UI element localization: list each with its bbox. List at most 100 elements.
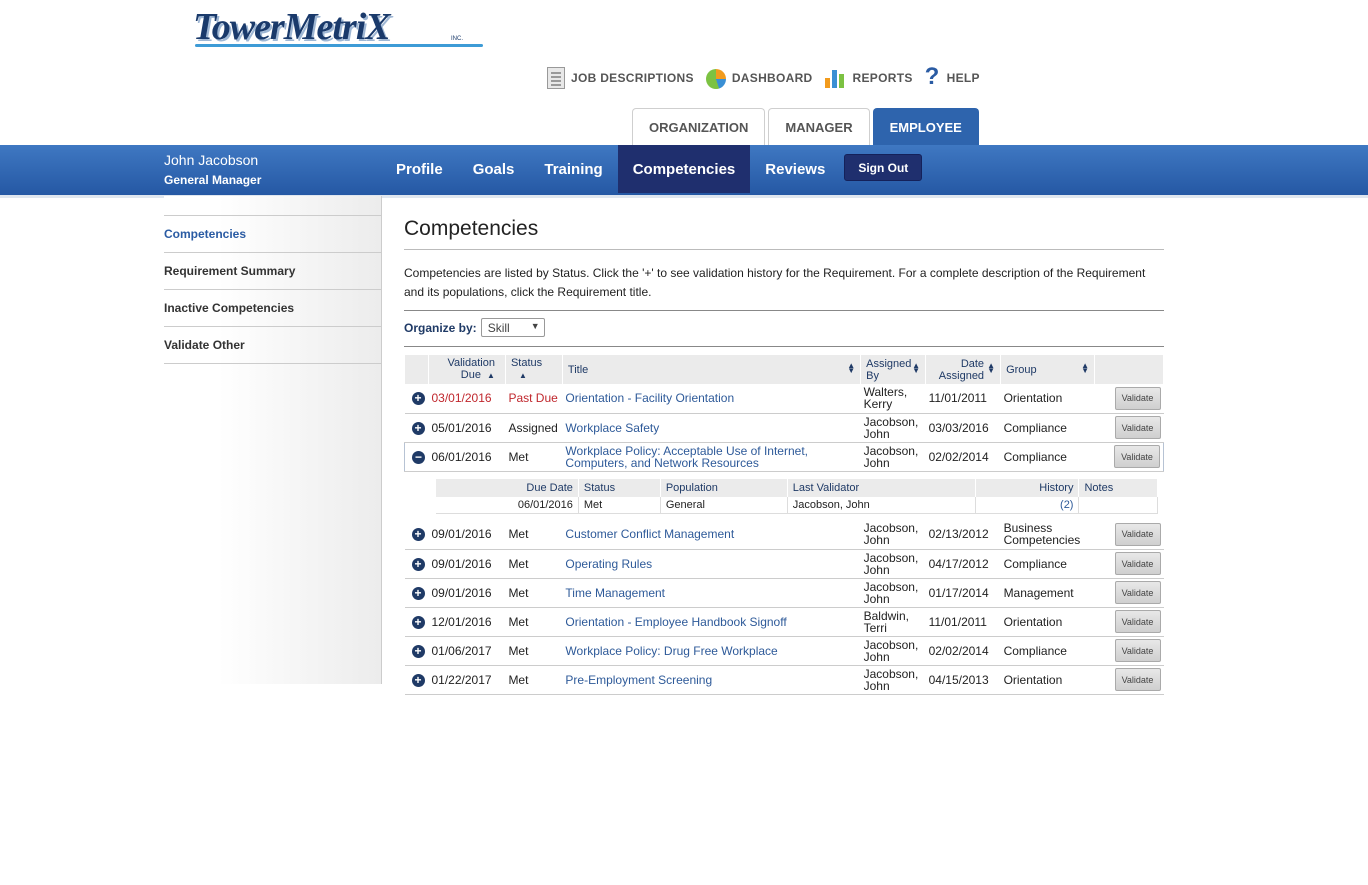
header-date-assigned[interactable]: Date Assigned ▲ ▼ (925, 355, 1002, 384)
main-content: Competencies Competencies are listed by … (404, 214, 1164, 695)
assigned-by-cell: Jacobson, John (860, 636, 926, 666)
requirement-title-link[interactable]: Workplace Safety (565, 421, 659, 435)
tab-manager[interactable]: MANAGER (768, 108, 870, 145)
sidebar-item-competencies[interactable]: Competencies (164, 216, 381, 253)
chevron-down-icon: ▼ (530, 321, 540, 331)
history-row: Due Date Status Population Last Validato… (405, 471, 1164, 520)
title-cell: Workplace Safety (562, 413, 861, 443)
expand-icon[interactable]: + (411, 528, 425, 542)
history-count-link[interactable]: (2) (1060, 499, 1073, 511)
sidebar: Competencies Requirement Summary Inactiv… (164, 196, 382, 684)
header-title[interactable]: Title ▲ ▼ (562, 355, 862, 384)
sign-out-button[interactable]: Sign Out (844, 154, 923, 181)
validate-button[interactable]: Validate (1114, 386, 1161, 410)
validate-button[interactable]: Validate (1114, 639, 1161, 662)
requirement-title-link[interactable]: Pre-Employment Screening (565, 673, 712, 687)
date-assigned-cell: 02/02/2014 (925, 442, 1001, 472)
requirement-title-link[interactable]: Orientation - Employee Handbook Signoff (565, 615, 786, 629)
validate-button[interactable]: Validate (1114, 522, 1161, 546)
header-group-label: Group (1006, 363, 1037, 376)
requirement-title-link[interactable]: Time Management (565, 586, 665, 600)
validation-due-cell: 09/01/2016 (428, 578, 506, 608)
logo-swoosh (195, 44, 483, 47)
expand-icon[interactable]: + (411, 644, 425, 658)
sidebar-item-validate-other[interactable]: Validate Other (164, 327, 381, 364)
status-cell: Assigned (505, 413, 563, 443)
expand-icon[interactable]: + (411, 615, 425, 629)
assigned-by-cell: Jacobson, John (860, 442, 926, 472)
expand-icon[interactable]: + (411, 586, 425, 600)
validate-button[interactable]: Validate (1114, 445, 1160, 468)
tab-organization[interactable]: ORGANIZATION (632, 108, 766, 145)
status-cell: Met (505, 520, 563, 550)
validate-button[interactable]: Validate (1114, 668, 1161, 691)
validate-button[interactable]: Validate (1114, 581, 1161, 604)
table-row: + 09/01/2016 Met Customer Conflict Manag… (404, 520, 1164, 550)
requirement-title-link[interactable]: Customer Conflict Management (565, 527, 734, 541)
date-assigned-cell: 03/03/2016 (925, 413, 1001, 443)
dashboard-link[interactable]: DASHBOARD (705, 67, 813, 89)
validate-button[interactable]: Validate (1114, 416, 1161, 439)
requirement-title-link[interactable]: Operating Rules (565, 557, 652, 571)
table-row: + 01/06/2017 Met Workplace Policy: Drug … (404, 636, 1164, 666)
nav-goals[interactable]: Goals (458, 145, 530, 193)
history-due: 06/01/2016 (435, 496, 579, 514)
validate-button[interactable]: Validate (1114, 610, 1161, 633)
history-header-due: Due Date (435, 478, 579, 497)
towermetrix-logo[interactable]: TowerMetriX INC. (193, 6, 483, 50)
collapse-icon[interactable]: − (412, 450, 425, 464)
nav-profile[interactable]: Profile (381, 145, 458, 193)
table-row: − 06/01/2016 Met Workplace Policy: Accep… (404, 442, 1164, 472)
date-assigned-cell: 02/13/2012 (925, 520, 1001, 550)
expand-icon[interactable]: + (411, 421, 425, 435)
header-status[interactable]: Status ▲ (505, 355, 563, 384)
table-row: + 09/01/2016 Met Operating Rules Jacobso… (404, 549, 1164, 579)
history-entry: 06/01/2016 Met General Jacobson, John (2… (435, 496, 1158, 514)
requirement-title-link[interactable]: Orientation - Facility Orientation (565, 391, 734, 405)
history-population: General (660, 496, 788, 514)
help-label: HELP (946, 71, 980, 85)
expand-icon[interactable]: + (411, 673, 425, 687)
validation-due-cell: 01/06/2017 (428, 636, 506, 666)
expand-icon[interactable]: + (411, 392, 425, 406)
validate-button[interactable]: Validate (1114, 552, 1161, 575)
group-cell: Business Competencies (1000, 520, 1095, 550)
sort-icon: ▲ ▼ (1081, 361, 1090, 375)
table-body: + 03/01/2016 Past Due Orientation - Faci… (404, 384, 1164, 695)
header-validation-due[interactable]: Validation Due ▲ (428, 355, 506, 384)
group-cell: Orientation (1000, 607, 1095, 637)
group-cell: Compliance (1000, 636, 1095, 666)
status-cell: Met (505, 636, 563, 666)
reports-link[interactable]: REPORTS (824, 68, 913, 88)
main-nav: Profile Goals Training Competencies Revi… (381, 145, 923, 193)
history-header-notes: Notes (1078, 478, 1158, 497)
nav-competencies[interactable]: Competencies (617, 145, 751, 193)
history-header-history: History (975, 478, 1080, 497)
dashboard-label: DASHBOARD (731, 71, 813, 85)
organize-select[interactable]: Skill ▼ (480, 318, 545, 337)
job-descriptions-link[interactable]: JOB DESCRIPTIONS (547, 67, 694, 89)
nav-training[interactable]: Training (529, 145, 617, 193)
action-col-header (1094, 355, 1164, 384)
nav-reviews[interactable]: Reviews (750, 145, 840, 193)
history-status: Met (578, 496, 661, 514)
history-panel: Due Date Status Population Last Validato… (405, 471, 1164, 520)
competencies-table: Validation Due ▲ Status ▲ Title ▲ ▼ Assig… (404, 355, 1164, 695)
help-link[interactable]: ? HELP (924, 63, 980, 90)
requirement-title-link[interactable]: Workplace Policy: Drug Free Workplace (565, 644, 777, 658)
requirement-title-link[interactable]: Workplace Policy: Acceptable Use of Inte… (565, 444, 808, 470)
table-header: Validation Due ▲ Status ▲ Title ▲ ▼ Assig… (404, 355, 1164, 384)
expand-icon[interactable]: + (411, 557, 425, 571)
tab-employee[interactable]: EMPLOYEE (872, 108, 979, 145)
assigned-by-cell: Jacobson, John (860, 520, 926, 550)
header-assigned-by[interactable]: Assigned By ▲ ▼ (860, 355, 927, 384)
toggle-cell: + (404, 413, 429, 443)
title-cell: Workplace Policy: Drug Free Workplace (562, 636, 861, 666)
table-row: + 05/01/2016 Assigned Workplace Safety J… (404, 413, 1164, 443)
question-icon: ? (924, 63, 940, 90)
sidebar-item-requirement-summary[interactable]: Requirement Summary (164, 253, 381, 290)
sidebar-item-inactive-competencies[interactable]: Inactive Competencies (164, 290, 381, 327)
header-group[interactable]: Group ▲ ▼ (1000, 355, 1096, 384)
assigned-by-cell: Jacobson, John (860, 549, 926, 579)
history-notes (1078, 496, 1158, 514)
